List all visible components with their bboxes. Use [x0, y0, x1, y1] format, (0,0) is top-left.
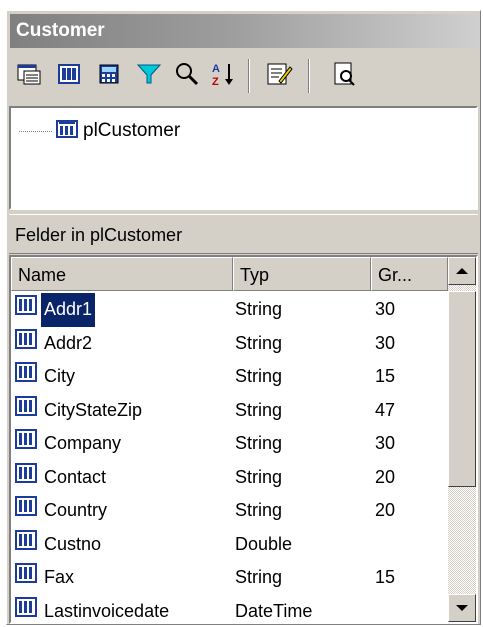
field-icon	[15, 394, 37, 428]
arrow-up-icon	[456, 268, 468, 274]
field-name: Lastinvoicedate	[44, 600, 170, 621]
field-type: String	[235, 299, 283, 319]
field-name: Country	[44, 500, 108, 520]
fields-header: Felder in plCustomer	[9, 214, 478, 254]
fields-list: Name Typ Gr... Addr1 String 30 Addr2 String 3…	[9, 255, 478, 624]
field-name-cell: Custno	[15, 528, 104, 562]
column-headers: Name Typ Gr...	[11, 257, 448, 291]
field-name-cell: Lastinvoicedate	[15, 595, 172, 623]
field-name: Addr2	[44, 332, 93, 353]
field-row[interactable]: Custno Double	[11, 528, 448, 562]
field-row[interactable]: CityStateZip String 47	[11, 394, 448, 428]
field-icon	[15, 360, 37, 394]
field-name-cell: Fax	[15, 561, 77, 595]
tree-item-label: plCustomer	[83, 120, 181, 141]
field-icon	[15, 561, 37, 595]
properties-button[interactable]	[12, 59, 46, 93]
svg-text:Z: Z	[212, 76, 219, 87]
field-type: String	[235, 466, 283, 487]
search-button[interactable]	[170, 59, 204, 93]
column-header-name[interactable]: Name	[11, 257, 233, 291]
field-type: String	[235, 399, 283, 420]
vertical-scrollbar[interactable]	[448, 257, 476, 622]
field-rows: Addr1 String 30 Addr2 String 30 City String 15 Ci…	[11, 292, 448, 623]
edit-button[interactable]	[262, 59, 296, 93]
field-name: City	[44, 366, 75, 386]
field-icon	[15, 595, 37, 623]
field-icon	[15, 293, 37, 327]
field-size: 30	[375, 299, 396, 319]
sort-button[interactable]: A Z	[206, 59, 240, 93]
pipeline-icon	[57, 63, 81, 90]
edit-icon	[265, 61, 293, 92]
pipeline-button[interactable]	[52, 59, 86, 93]
preview-button[interactable]	[328, 59, 362, 93]
toolbar-separator	[308, 59, 310, 93]
properties-icon	[16, 62, 42, 91]
field-name: CityStateZip	[44, 399, 143, 420]
toolbar-separator	[248, 59, 250, 93]
field-size: 30	[375, 433, 396, 453]
field-row[interactable]: Country String 20	[11, 494, 448, 528]
field-row[interactable]: Company String 30	[11, 427, 448, 461]
tree-item-plcustomer[interactable]: plCustomer	[19, 119, 181, 143]
field-name: Custno	[44, 533, 102, 554]
panel-title: Customer	[10, 14, 479, 48]
filter-icon	[136, 62, 162, 91]
field-size: 15	[375, 567, 396, 587]
pipeline-icon	[56, 119, 78, 143]
field-icon	[15, 327, 37, 361]
field-size: 20	[375, 500, 396, 520]
field-type: String	[235, 366, 283, 386]
field-type: String	[235, 433, 283, 453]
field-icon	[15, 461, 37, 495]
field-name: Addr1	[39, 292, 97, 328]
field-type: DateTime	[235, 600, 313, 621]
field-name-cell: Contact	[15, 461, 109, 495]
field-size: 47	[375, 399, 396, 420]
field-name-cell: Country	[15, 494, 110, 528]
preview-icon	[332, 61, 358, 92]
field-size: 30	[375, 332, 396, 353]
scroll-up-button[interactable]	[448, 257, 476, 285]
field-type: String	[235, 567, 283, 587]
field-icon	[15, 427, 37, 461]
field-type: String	[235, 500, 283, 520]
calculator-button[interactable]	[92, 59, 126, 93]
column-header-gr[interactable]: Gr...	[371, 257, 448, 291]
sort-az-icon: A Z	[210, 61, 236, 92]
filter-button[interactable]	[132, 59, 166, 93]
field-type: Double	[235, 533, 293, 554]
field-name: Company	[44, 433, 122, 453]
field-name-cell: City	[15, 360, 78, 394]
field-row[interactable]: City String 15	[11, 360, 448, 394]
field-size: 20	[375, 466, 396, 487]
toolbar: A Z	[10, 53, 479, 103]
field-icon	[15, 494, 37, 528]
field-name-cell: Company	[15, 427, 124, 461]
column-header-typ[interactable]: Typ	[233, 257, 371, 291]
scroll-down-button[interactable]	[448, 594, 476, 622]
svg-text:A: A	[212, 63, 220, 75]
field-name-cell: CityStateZip	[15, 394, 145, 428]
field-row[interactable]: Fax String 15	[11, 561, 448, 595]
arrow-down-icon	[456, 605, 468, 611]
field-name: Fax	[44, 567, 75, 587]
field-row[interactable]: Contact String 20	[11, 461, 448, 495]
field-type: String	[235, 332, 283, 353]
data-tree-panel: Customer A Z plCustomer Felder in plCust…	[6, 10, 481, 625]
field-icon	[15, 528, 37, 562]
field-row[interactable]: Addr2 String 30	[11, 327, 448, 361]
field-size: 15	[375, 366, 396, 386]
field-name: Contact	[44, 466, 107, 487]
search-icon	[174, 61, 200, 92]
field-row[interactable]: Lastinvoicedate DateTime	[11, 595, 448, 623]
calculator-icon	[98, 63, 120, 90]
scroll-thumb[interactable]	[448, 291, 476, 487]
field-name-cell: Addr1	[15, 292, 97, 328]
pipeline-tree: plCustomer	[9, 106, 478, 210]
field-row[interactable]: Addr1 String 30	[11, 292, 448, 328]
tree-connector	[19, 130, 52, 132]
field-name-cell: Addr2	[15, 327, 95, 361]
